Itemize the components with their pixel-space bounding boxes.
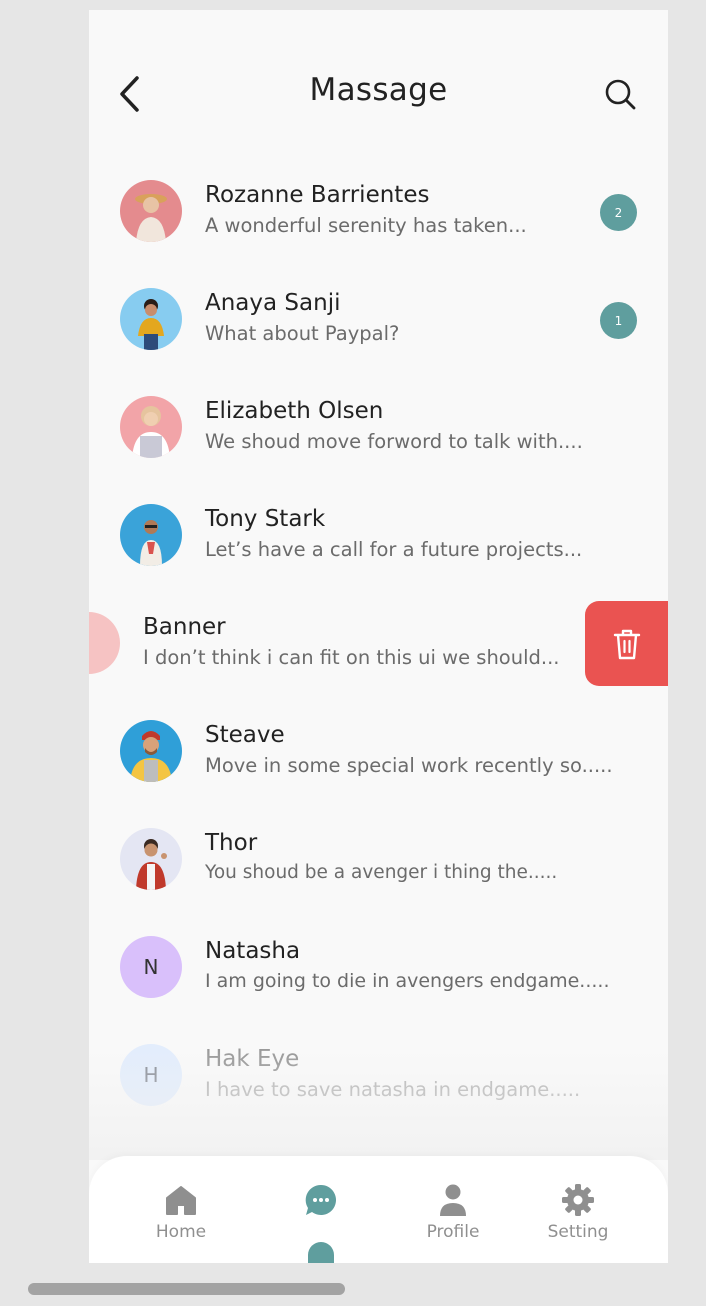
contact-name: Elizabeth Olsen — [205, 398, 384, 424]
avatar-initial: H — [143, 1063, 159, 1087]
message-preview: I don’t think i can fit on this ui we sh… — [143, 646, 560, 669]
gear-icon — [562, 1184, 594, 1216]
contact-name: Rozanne Barrientes — [205, 182, 430, 208]
avatar: H — [120, 1044, 182, 1106]
nav-home[interactable]: Home — [136, 1182, 226, 1242]
conversation-item[interactable]: Elizabeth Olsen We shoud move forword to… — [89, 396, 668, 504]
avatar: B — [89, 612, 120, 674]
delete-button[interactable] — [585, 601, 668, 686]
contact-name: Natasha — [205, 938, 301, 964]
nav-setting-label: Setting — [547, 1222, 609, 1242]
contact-name: Hak Eye — [205, 1046, 300, 1072]
message-preview: Move in some special work recently so...… — [205, 754, 613, 777]
horizontal-scrollbar[interactable] — [28, 1283, 345, 1295]
bottom-navigation: Home Profile Setting — [89, 1156, 668, 1263]
conversation-item[interactable]: N Natasha I am going to die in avengers … — [89, 936, 668, 1044]
avatar — [120, 288, 182, 350]
nav-profile[interactable]: Profile — [408, 1182, 498, 1242]
message-preview: I have to save natasha in endgame..... — [205, 1078, 581, 1101]
unread-badge: 1 — [600, 302, 637, 339]
message-preview: We shoud move forword to talk with.... — [205, 430, 583, 453]
nav-profile-label: Profile — [426, 1222, 480, 1242]
nav-setting[interactable]: Setting — [533, 1182, 623, 1242]
phone-screen: Massage Rozanne Barrientes A wonderful s… — [89, 10, 668, 1263]
conversation-item[interactable]: Thor You shoud be a avenger i thing the.… — [89, 828, 668, 936]
conversation-item[interactable]: B Banner I don’t think i can fit on this… — [89, 612, 668, 720]
conversation-item[interactable]: Tony Stark Let’s have a call for a futur… — [89, 504, 668, 612]
message-preview: You shoud be a avenger i thing the..... — [205, 862, 558, 883]
contact-name: Tony Stark — [205, 506, 326, 532]
page-title: Massage — [309, 72, 448, 108]
search-icon — [605, 79, 636, 110]
nav-home-label: Home — [155, 1222, 207, 1242]
avatar-initial: N — [143, 955, 159, 979]
chat-bubble-icon — [305, 1184, 336, 1215]
avatar — [120, 396, 182, 458]
avatar — [120, 828, 182, 890]
active-tab-indicator — [308, 1242, 334, 1263]
message-preview: I am going to die in avengers endgame...… — [205, 970, 610, 992]
home-icon — [166, 1186, 196, 1215]
avatar — [120, 180, 182, 242]
search-button[interactable] — [600, 74, 640, 114]
message-preview: What about Paypal? — [205, 322, 400, 345]
contact-name: Banner — [143, 614, 226, 640]
contact-name: Anaya Sanji — [205, 290, 341, 316]
contact-name: Thor — [205, 830, 258, 856]
profile-icon — [440, 1184, 466, 1216]
header: Massage — [89, 10, 668, 180]
message-preview: A wonderful serenity has taken... — [205, 214, 527, 237]
contact-name: Steave — [205, 722, 285, 748]
trash-icon — [613, 629, 640, 659]
nav-messages[interactable] — [276, 1182, 366, 1222]
avatar — [120, 504, 182, 566]
conversation-item[interactable]: Steave Move in some special work recentl… — [89, 720, 668, 828]
unread-badge: 2 — [600, 194, 637, 231]
conversation-item[interactable]: H Hak Eye I have to save natasha in endg… — [89, 1044, 668, 1152]
conversation-item[interactable]: Rozanne Barrientes A wonderful serenity … — [89, 180, 668, 288]
avatar: N — [120, 936, 182, 998]
avatar — [120, 720, 182, 782]
conversation-item[interactable]: Anaya Sanji What about Paypal? 1 — [89, 288, 668, 396]
message-preview: Let’s have a call for a future projects.… — [205, 538, 583, 561]
